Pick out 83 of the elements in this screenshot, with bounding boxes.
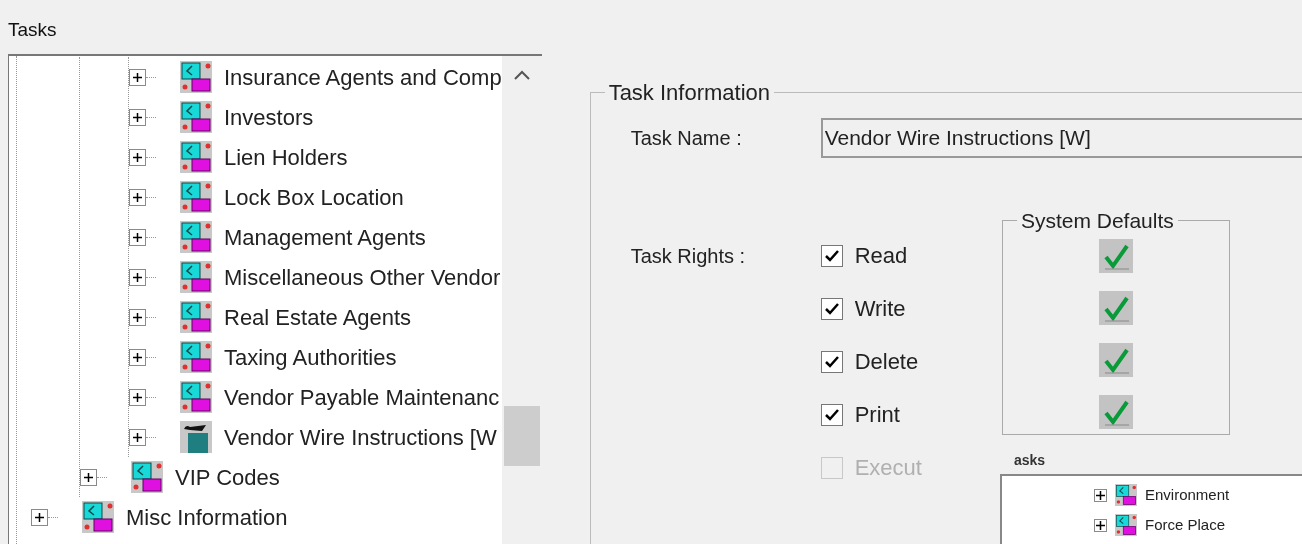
task-icon: [180, 181, 212, 213]
expand-toggle[interactable]: [129, 268, 146, 286]
scroll-up-icon[interactable]: [513, 70, 530, 80]
task-icon: [1115, 514, 1137, 536]
expand-toggle[interactable]: [1094, 488, 1107, 502]
task-name-field[interactable]: Vendor Wire Instructions [W]: [820, 118, 1302, 158]
plus-icon: [133, 352, 142, 362]
tree-item-label[interactable]: Miscellaneous Other Vendor: [224, 260, 501, 294]
plus-icon: [133, 432, 142, 442]
plus-icon: [84, 472, 93, 482]
checkbox[interactable]: [820, 297, 843, 320]
checkbox-label: Read: [854, 242, 908, 270]
tree-item-label[interactable]: Lock Box Location: [224, 180, 404, 214]
tree-item-label[interactable]: Real Estate Agents: [224, 300, 412, 334]
expand-toggle[interactable]: [129, 108, 146, 126]
task-icon: [180, 341, 212, 373]
checkmark-icon: [824, 408, 839, 421]
expand-toggle[interactable]: [129, 188, 146, 206]
checkbox[interactable]: [820, 350, 843, 373]
checkmark-icon: [824, 355, 839, 368]
checkmark-icon: [824, 249, 839, 262]
tree-item-label[interactable]: Vendor Payable Maintenanc: [224, 380, 500, 414]
task-icon: [180, 421, 212, 453]
tree-item-label[interactable]: Force Place: [1145, 513, 1226, 537]
scrollbar[interactable]: [501, 56, 542, 544]
expand-toggle[interactable]: [1094, 518, 1107, 532]
plus-icon: [133, 72, 142, 82]
tree-item-label[interactable]: Insurance Agents and Comp: [224, 60, 502, 94]
expand-toggle[interactable]: [129, 68, 146, 86]
plus-icon: [133, 392, 142, 402]
plus-icon: [133, 112, 142, 122]
task-icon: [180, 381, 212, 413]
tree-item-label[interactable]: Environment: [1145, 483, 1230, 507]
plus-icon: [133, 232, 142, 242]
plus-icon: [1096, 490, 1105, 500]
plus-icon: [133, 272, 142, 282]
tree-item-label[interactable]: Lien Holders: [224, 140, 348, 174]
checkbox-label: Execut: [854, 454, 922, 482]
panel-title: Tasks: [8, 18, 58, 42]
tree-item-label[interactable]: Management Agents: [224, 220, 426, 254]
expand-toggle[interactable]: [31, 508, 48, 526]
field-label: Task Rights :: [630, 244, 747, 269]
task-icon: [180, 101, 212, 133]
plus-icon: [133, 152, 142, 162]
tree-item-label[interactable]: Investors: [224, 100, 314, 134]
plus-icon: [1096, 520, 1105, 530]
tree-item-label[interactable]: Vendor Wire Instructions [W: [224, 420, 497, 454]
tree-item-label[interactable]: Taxing Authorities: [224, 340, 397, 374]
scroll-thumb[interactable]: [503, 406, 540, 466]
checkbox[interactable]: [820, 403, 843, 426]
plus-icon: [133, 192, 142, 202]
checkbox-label: Print: [854, 401, 900, 429]
task-icon: [1115, 484, 1137, 506]
tree-item-label[interactable]: VIP Codes: [175, 460, 280, 494]
task-icon: [82, 501, 114, 533]
expand-toggle[interactable]: [129, 428, 146, 446]
expand-toggle[interactable]: [80, 468, 97, 486]
field-label: Task Name :: [630, 126, 743, 151]
task-icon: [180, 61, 212, 93]
checkbox-label: Write: [854, 295, 906, 323]
check-icon: [1098, 238, 1133, 273]
expand-toggle[interactable]: [129, 148, 146, 166]
tree-item-label[interactable]: Misc Information: [126, 500, 288, 534]
task-icon: [180, 301, 212, 333]
group-title: System Defaults: [1019, 208, 1175, 234]
check-icon: [1098, 342, 1133, 377]
check-icon: [1098, 394, 1133, 429]
task-icon: [180, 221, 212, 253]
task-icon: [131, 461, 163, 493]
check-icon: [1098, 290, 1133, 325]
group-title: Task Information: [607, 79, 772, 107]
expand-toggle[interactable]: [129, 308, 146, 326]
inset-title: asks: [1013, 452, 1047, 470]
plus-icon: [133, 312, 142, 322]
checkbox-label: Delete: [854, 348, 919, 376]
expand-toggle[interactable]: [129, 348, 146, 366]
expand-toggle[interactable]: [129, 388, 146, 406]
checkmark-icon: [824, 302, 839, 315]
task-icon: [180, 261, 212, 293]
expand-toggle[interactable]: [129, 228, 146, 246]
plus-icon: [35, 512, 44, 522]
checkbox[interactable]: [820, 244, 843, 267]
task-icon: [180, 141, 212, 173]
